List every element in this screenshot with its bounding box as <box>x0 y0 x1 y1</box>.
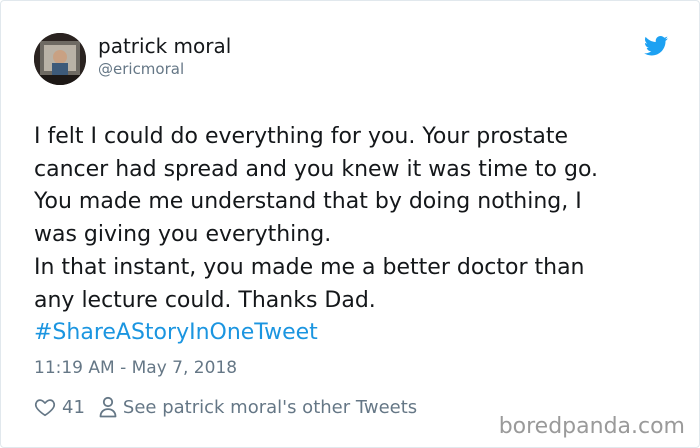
tweet-text: I felt I could do everything for you. Yo… <box>34 121 674 350</box>
avatar-image <box>34 33 86 85</box>
watermark: boredpanda.com <box>498 414 685 439</box>
twitter-bird-icon[interactable] <box>644 36 668 56</box>
tweet-line: In that instant, you made me a better do… <box>34 254 585 280</box>
tweet-actions: 41 See patrick moral's other Tweets <box>34 394 417 420</box>
tweet-line: You made me understand that by doing not… <box>34 189 582 215</box>
hashtag-link[interactable]: #ShareAStoryInOneTweet <box>34 317 674 350</box>
other-tweets-link[interactable]: See patrick moral's other Tweets <box>123 397 417 418</box>
tweet-line: any lecture could. Thanks Dad. <box>34 287 376 313</box>
author-handle[interactable]: @ericmoral <box>98 60 184 78</box>
heart-icon[interactable] <box>34 396 56 418</box>
author-display-name[interactable]: patrick moral <box>98 34 231 58</box>
tweet-line: I felt I could do everything for you. Yo… <box>34 124 569 149</box>
person-icon[interactable] <box>99 396 117 418</box>
tweet-card: patrick moral @ericmoral I felt I could … <box>0 0 700 448</box>
tweet-timestamp[interactable]: 11:19 AM - May 7, 2018 <box>34 357 237 379</box>
tweet-line: cancer had spread and you knew it was ti… <box>34 156 599 182</box>
avatar[interactable] <box>34 33 86 85</box>
like-count[interactable]: 41 <box>62 397 85 418</box>
tweet-line: was giving you everything. <box>34 222 332 248</box>
